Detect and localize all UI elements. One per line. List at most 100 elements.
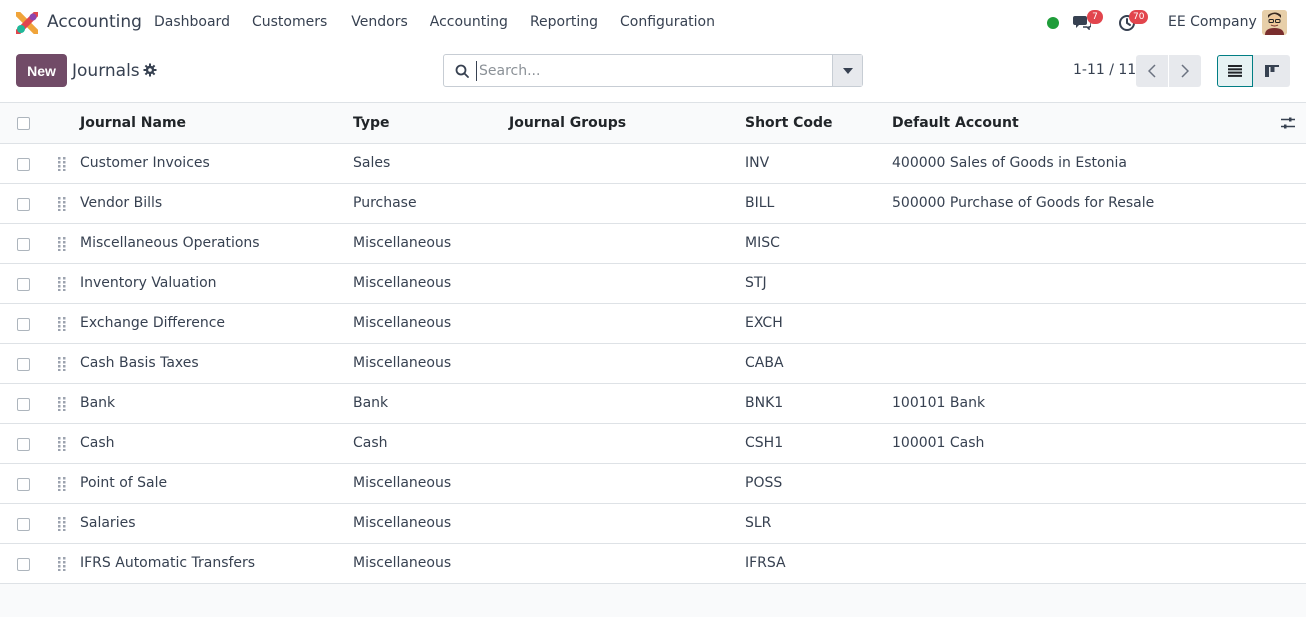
cell-journal-name: Cash <box>80 435 115 451</box>
table-row[interactable]: Cash Cash CSH1 100001 Cash <box>0 424 1306 464</box>
menu-reporting[interactable]: Reporting <box>530 14 598 30</box>
search-options-toggle[interactable] <box>832 55 862 86</box>
table-row[interactable]: Exchange Difference Miscellaneous EXCH <box>0 304 1306 344</box>
row-checkbox[interactable] <box>17 358 30 371</box>
header-journal-groups[interactable]: Journal Groups <box>509 115 626 131</box>
kanban-view-button[interactable] <box>1253 55 1290 87</box>
online-status-indicator[interactable] <box>1047 17 1059 29</box>
list-view-button[interactable] <box>1217 55 1253 87</box>
table-row[interactable]: Customer Invoices Sales INV 400000 Sales of… <box>0 144 1306 184</box>
cell-short-code: IFRSA <box>745 555 786 571</box>
table-body: Customer Invoices Sales INV 400000 Sales of… <box>0 144 1306 584</box>
cell-journal-name: Point of Sale <box>80 475 168 491</box>
app-logo-icon[interactable] <box>16 12 38 34</box>
cell-short-code: EXCH <box>745 315 783 331</box>
cell-journal-name: Bank <box>80 395 116 411</box>
top-navbar: Accounting Dashboard Customers Vendors A… <box>0 0 1306 46</box>
cell-journal-name: Cash Basis Taxes <box>80 355 199 371</box>
row-checkbox[interactable] <box>17 398 30 411</box>
cell-short-code: CSH1 <box>745 435 784 451</box>
cell-type: Cash <box>353 435 388 451</box>
activity-count-badge: 70 <box>1129 10 1149 24</box>
search-icon <box>455 64 469 78</box>
cell-type: Miscellaneous <box>353 315 452 331</box>
cell-type: Miscellaneous <box>353 555 452 571</box>
cell-type: Miscellaneous <box>353 475 452 491</box>
cell-type: Purchase <box>353 195 417 211</box>
cell-journal-name: Miscellaneous Operations <box>80 235 260 251</box>
menu-dashboard[interactable]: Dashboard <box>154 14 230 30</box>
row-checkbox[interactable] <box>17 158 30 171</box>
cell-journal-name: Salaries <box>80 515 136 531</box>
select-all-checkbox[interactable] <box>17 117 30 130</box>
table-row[interactable]: Point of Sale Miscellaneous POSS <box>0 464 1306 504</box>
menu-configuration[interactable]: Configuration <box>620 14 715 30</box>
cell-journal-name: Exchange Difference <box>80 315 226 331</box>
cell-short-code: POSS <box>745 475 783 491</box>
drag-handle-icon[interactable] <box>58 317 66 331</box>
row-checkbox[interactable] <box>17 558 30 571</box>
avatar-face-icon <box>1262 10 1287 35</box>
new-button[interactable]: New <box>16 54 67 87</box>
company-switcher[interactable]: EE Company <box>1168 14 1257 30</box>
table-row[interactable]: IFRS Automatic Transfers Miscellaneous IFR… <box>0 544 1306 584</box>
cell-type: Miscellaneous <box>353 235 452 251</box>
row-checkbox[interactable] <box>17 198 30 211</box>
cell-short-code: BILL <box>745 195 775 211</box>
drag-handle-icon[interactable] <box>58 157 66 171</box>
table-row[interactable]: Vendor Bills Purchase BILL 500000 Purchase … <box>0 184 1306 224</box>
header-default-account[interactable]: Default Account <box>892 115 1019 131</box>
header-short-code[interactable]: Short Code <box>745 115 833 131</box>
row-checkbox[interactable] <box>17 318 30 331</box>
drag-handle-icon[interactable] <box>58 357 66 371</box>
cell-short-code: INV <box>745 155 770 171</box>
journals-table: Journal Name Type Journal Groups Short C… <box>0 103 1306 584</box>
gear-icon[interactable] <box>143 63 157 77</box>
table-row[interactable]: Miscellaneous Operations Miscellaneous MIS… <box>0 224 1306 264</box>
table-row[interactable]: Bank Bank BNK1 100101 Bank <box>0 384 1306 424</box>
cell-short-code: CABA <box>745 355 784 371</box>
drag-handle-icon[interactable] <box>58 517 66 531</box>
search-input[interactable] <box>476 61 831 81</box>
user-avatar[interactable] <box>1262 10 1287 35</box>
row-checkbox[interactable] <box>17 438 30 451</box>
drag-handle-icon[interactable] <box>58 237 66 251</box>
table-row[interactable]: Cash Basis Taxes Miscellaneous CABA <box>0 344 1306 384</box>
row-checkbox[interactable] <box>17 478 30 491</box>
row-checkbox[interactable] <box>17 238 30 251</box>
menu-accounting[interactable]: Accounting <box>430 14 508 30</box>
chat-count-badge: 7 <box>1087 10 1103 24</box>
table-row[interactable]: Salaries Miscellaneous SLR <box>0 504 1306 544</box>
row-checkbox[interactable] <box>17 278 30 291</box>
menu-vendors[interactable]: Vendors <box>351 14 407 30</box>
app-name[interactable]: Accounting <box>47 12 142 32</box>
drag-handle-icon[interactable] <box>58 197 66 211</box>
header-journal-name[interactable]: Journal Name <box>80 115 186 131</box>
caret-down-icon <box>842 67 853 74</box>
cell-type: Miscellaneous <box>353 355 452 371</box>
row-checkbox[interactable] <box>17 518 30 531</box>
table-row[interactable]: Inventory Valuation Miscellaneous STJ <box>0 264 1306 304</box>
cell-default-account: 100101 Bank <box>892 395 986 411</box>
column-settings-icon[interactable] <box>1281 116 1295 130</box>
pager-next-button[interactable] <box>1169 55 1201 87</box>
cell-default-account: 400000 Sales of Goods in Estonia <box>892 155 1127 171</box>
cell-journal-name: Inventory Valuation <box>80 275 217 291</box>
header-type[interactable]: Type <box>353 115 390 131</box>
drag-handle-icon[interactable] <box>58 477 66 491</box>
main-menu: Dashboard Customers Vendors Accounting R… <box>154 14 737 30</box>
drag-handle-icon[interactable] <box>58 397 66 411</box>
cell-journal-name: Vendor Bills <box>80 195 163 211</box>
pager-value[interactable]: 1-11 / 11 <box>1073 62 1136 78</box>
pager-previous-button[interactable] <box>1136 55 1168 87</box>
menu-customers[interactable]: Customers <box>252 14 327 30</box>
drag-handle-icon[interactable] <box>58 437 66 451</box>
cell-short-code: SLR <box>745 515 772 531</box>
drag-handle-icon[interactable] <box>58 277 66 291</box>
search-bar <box>443 54 863 87</box>
cell-short-code: STJ <box>745 275 767 291</box>
drag-handle-icon[interactable] <box>58 557 66 571</box>
kanban-view-icon <box>1264 65 1279 77</box>
cell-type: Bank <box>353 395 389 411</box>
cell-default-account: 100001 Cash <box>892 435 985 451</box>
